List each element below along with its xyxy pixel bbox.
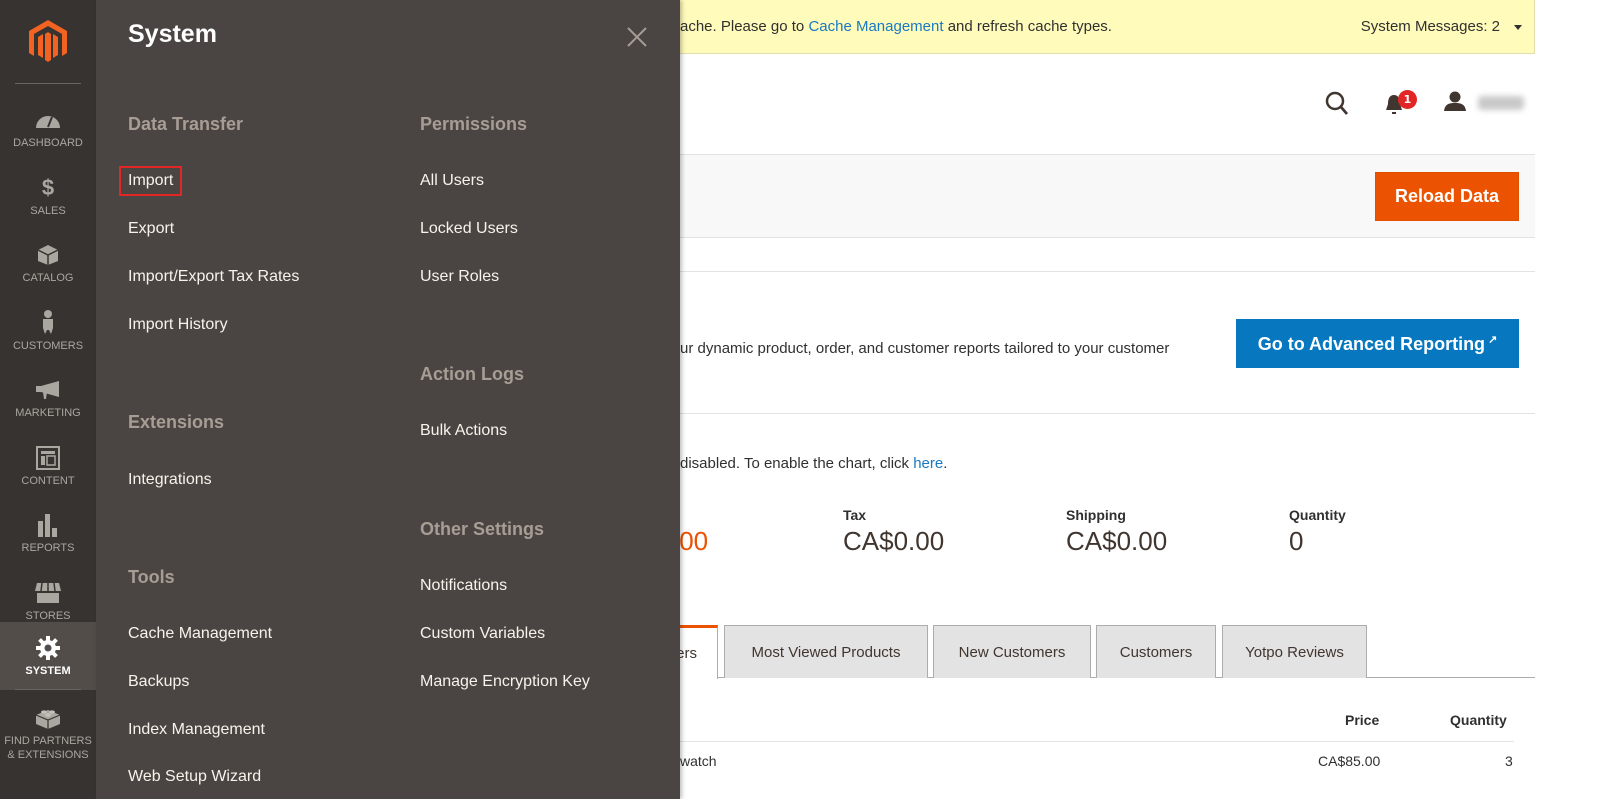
table-cell-product[interactable]: watch — [680, 753, 717, 769]
chart-disabled-note: disabled. To enable the chart, click her… — [680, 455, 947, 472]
magento-logo[interactable] — [0, 0, 96, 84]
notifications-badge[interactable]: 1 — [1398, 90, 1417, 109]
menu-item-locked-users[interactable]: Locked Users — [420, 220, 518, 238]
gear-icon — [34, 635, 62, 661]
menu-item-cache-management[interactable]: Cache Management — [128, 625, 272, 643]
tax-value: CA$0.00 — [843, 526, 945, 556]
advanced-reporting-label: Go to Advanced Reporting — [1257, 333, 1486, 354]
shipping-value: CA$0.00 — [1066, 526, 1168, 556]
lego-brick-icon — [34, 705, 62, 731]
nav-label: SALES — [30, 204, 66, 217]
nav-customers[interactable]: CUSTOMERS — [0, 297, 96, 365]
nav-label: CONTENT — [21, 474, 75, 487]
nav-content[interactable]: CONTENT — [0, 432, 96, 500]
nav-reports[interactable]: REPORTS — [0, 499, 96, 567]
advanced-reporting-description: ur dynamic product, order, and customer … — [680, 340, 1170, 357]
nav-sales[interactable]: $ SALES — [0, 162, 96, 230]
chart-note-text: . — [943, 455, 948, 472]
group-title-data-transfer: Data Transfer — [128, 114, 244, 134]
nav-label: CATALOG — [22, 271, 74, 284]
nav-divider — [15, 689, 81, 690]
nav-label: FIND PARTNERS & EXTENSIONS — [4, 734, 92, 761]
tab-most-viewed-products[interactable]: Most Viewed Products — [724, 625, 928, 678]
table-cell-price: CA$85.00 — [1318, 753, 1381, 769]
advanced-reporting-button[interactable]: Go to Advanced Reporting ↗ — [1236, 319, 1519, 368]
quantity-value: 0 — [1289, 526, 1304, 556]
nav-label: CUSTOMERS — [12, 339, 84, 352]
menu-item-import[interactable]: Import — [118, 166, 183, 196]
menu-item-all-users[interactable]: All Users — [420, 172, 484, 190]
cache-message: ache. Please go to Cache Management and … — [680, 18, 1112, 35]
nav-label: SYSTEM — [25, 664, 71, 677]
flyout-title: System — [128, 20, 217, 48]
bar-chart-icon — [34, 512, 62, 538]
divider — [680, 271, 1535, 272]
enable-chart-link[interactable]: here — [913, 455, 943, 472]
menu-item-export[interactable]: Export — [128, 220, 174, 238]
nav-label: STORES — [25, 609, 71, 622]
dollar-icon: $ — [41, 174, 55, 200]
system-messages-toggle[interactable]: System Messages: 2 — [1361, 18, 1522, 35]
logo-divider — [15, 83, 81, 84]
shipping-label: Shipping — [1066, 507, 1126, 523]
menu-item-web-setup-wizard[interactable]: Web Setup Wizard — [128, 768, 261, 786]
menu-item-backups[interactable]: Backups — [128, 673, 189, 691]
message-text: and refresh cache types. — [943, 18, 1112, 35]
nav-system[interactable]: SYSTEM — [0, 622, 96, 690]
nav-label: MARKETING — [15, 406, 81, 419]
nav-marketing[interactable]: MARKETING — [0, 364, 96, 432]
table-cell-quantity: 3 — [1505, 753, 1513, 769]
menu-item-bulk-actions[interactable]: Bulk Actions — [420, 422, 507, 440]
menu-item-manage-encryption-key[interactable]: Manage Encryption Key — [420, 673, 590, 691]
menu-item-integrations[interactable]: Integrations — [128, 471, 212, 489]
menu-item-import-history[interactable]: Import History — [128, 316, 228, 334]
external-link-icon: ↗ — [1488, 333, 1498, 346]
menu-item-custom-variables[interactable]: Custom Variables — [420, 625, 545, 643]
menu-item-import-export-tax-rates[interactable]: Import/Export Tax Rates — [128, 268, 299, 286]
megaphone-icon — [34, 377, 62, 403]
nav-catalog[interactable]: CATALOG — [0, 229, 96, 297]
group-title-action-logs: Action Logs — [420, 364, 524, 384]
group-title-permissions: Permissions — [420, 114, 528, 134]
layout-icon — [34, 445, 62, 471]
group-title-extensions: Extensions — [128, 412, 225, 432]
user-icon[interactable] — [1444, 91, 1466, 115]
system-message-bar: ache. Please go to Cache Management and … — [680, 0, 1535, 54]
column-header-quantity[interactable]: Quantity — [1450, 712, 1507, 728]
nav-label: DASHBOARD — [13, 136, 83, 149]
group-title-tools: Tools — [128, 567, 175, 587]
message-text: ache. Please go to — [680, 18, 809, 35]
storefront-icon — [34, 580, 62, 606]
nav-find-partners[interactable]: FIND PARTNERS & EXTENSIONS — [0, 697, 96, 769]
divider — [680, 413, 1535, 414]
menu-item-notifications[interactable]: Notifications — [420, 577, 507, 595]
menu-item-user-roles[interactable]: User Roles — [420, 268, 499, 286]
close-icon[interactable] — [626, 26, 648, 48]
nav-label: REPORTS — [21, 541, 75, 554]
magento-logo-icon — [29, 20, 67, 62]
user-name-blurred[interactable] — [1478, 96, 1524, 110]
box-icon — [34, 242, 62, 268]
quantity-label: Quantity — [1289, 507, 1346, 523]
search-icon[interactable] — [1325, 91, 1349, 120]
system-messages-label: System Messages: 2 — [1360, 18, 1500, 35]
reload-data-button[interactable]: Reload Data — [1375, 172, 1519, 221]
dashboard-gauge-icon — [34, 107, 62, 133]
tax-label: Tax — [843, 507, 867, 523]
chart-note-text: disabled. To enable the chart, click — [680, 455, 914, 472]
tab-yotpo-reviews[interactable]: Yotpo Reviews — [1222, 625, 1367, 678]
tab-new-customers[interactable]: New Customers — [933, 625, 1091, 678]
cache-management-link[interactable]: Cache Management — [808, 18, 943, 35]
system-menu-flyout: System Data Transfer Import Export Impor… — [96, 0, 680, 799]
person-icon — [34, 309, 62, 336]
nav-dashboard[interactable]: DASHBOARD — [0, 94, 96, 162]
tab-customers[interactable]: Customers — [1096, 625, 1216, 678]
admin-sidebar: DASHBOARD $ SALES CATALOG CUSTOMERS MARK… — [0, 0, 96, 799]
table-row-divider — [680, 741, 1514, 742]
column-header-price[interactable]: Price — [1345, 712, 1379, 728]
caret-down-icon — [1514, 24, 1522, 30]
group-title-other-settings: Other Settings — [420, 519, 545, 539]
menu-item-index-management[interactable]: Index Management — [128, 721, 265, 739]
